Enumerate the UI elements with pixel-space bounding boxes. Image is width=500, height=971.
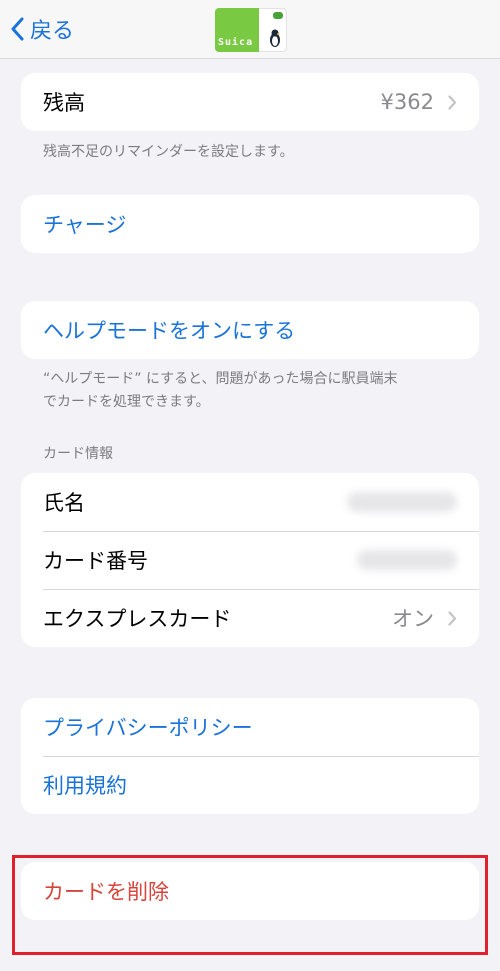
- card-number-row: カード番号: [21, 531, 479, 589]
- help-mode-group: ヘルプモードをオンにする: [21, 301, 479, 359]
- charge-group: チャージ: [21, 195, 479, 253]
- legal-group: プライバシーポリシー 利用規約: [21, 698, 479, 814]
- chevron-left-icon: [11, 17, 24, 41]
- card-brand-text: Suica: [218, 37, 254, 48]
- help-mode-label: ヘルプモードをオンにする: [43, 319, 296, 343]
- balance-group: 残高 ¥362: [21, 73, 479, 131]
- remove-card-group: カードを削除: [21, 862, 479, 920]
- balance-note: 残高不足のリマインダーを設定します。: [43, 144, 294, 160]
- express-card-value: オン: [392, 607, 434, 631]
- charge-label: チャージ: [43, 213, 127, 237]
- balance-label: 残高: [43, 91, 85, 115]
- chevron-right-icon: [448, 610, 457, 626]
- express-card-row[interactable]: エクスプレスカード オン: [21, 589, 479, 647]
- remove-card-button[interactable]: カードを削除: [21, 862, 479, 920]
- back-button[interactable]: 戻る: [10, 12, 74, 46]
- help-mode-note: “ヘルプモード” にすると、問題があった場合に駅員端末 でカードを処理できます。: [43, 368, 463, 414]
- chevron-right-icon: [448, 94, 457, 110]
- balance-value-wrap: ¥362: [381, 90, 457, 114]
- balance-value: ¥362: [380, 90, 434, 114]
- card-info-group: 氏名 カード番号 エクスプレスカード オン: [21, 473, 479, 647]
- express-card-label: エクスプレスカード: [43, 607, 232, 631]
- charge-button[interactable]: チャージ: [21, 195, 479, 253]
- privacy-policy-link[interactable]: プライバシーポリシー: [21, 698, 479, 756]
- help-mode-button[interactable]: ヘルプモードをオンにする: [21, 301, 479, 359]
- terms-link[interactable]: 利用規約: [21, 756, 479, 814]
- name-value-redacted: [347, 492, 457, 512]
- help-mode-note-line1: “ヘルプモード” にすると、問題があった場合に駅員端末: [43, 371, 398, 387]
- balance-row[interactable]: 残高 ¥362: [21, 73, 479, 131]
- suica-card-thumbnail: Suica: [215, 8, 287, 52]
- name-label: 氏名: [43, 491, 85, 515]
- card-info-header: カード情報: [43, 446, 113, 462]
- express-card-value-wrap: オン: [392, 603, 457, 633]
- help-mode-note-line2: でカードを処理できます。: [43, 394, 210, 410]
- card-number-value-redacted: [357, 550, 457, 570]
- card-number-label: カード番号: [43, 549, 148, 573]
- privacy-policy-label: プライバシーポリシー: [43, 716, 253, 740]
- terms-label: 利用規約: [43, 774, 127, 798]
- penguin-icon: [270, 29, 280, 47]
- navigation-bar: 戻る Suica: [0, 0, 500, 59]
- io-mark-icon: [273, 12, 283, 19]
- back-label: 戻る: [30, 19, 75, 44]
- name-row: 氏名: [21, 473, 479, 531]
- remove-card-label: カードを削除: [43, 880, 169, 904]
